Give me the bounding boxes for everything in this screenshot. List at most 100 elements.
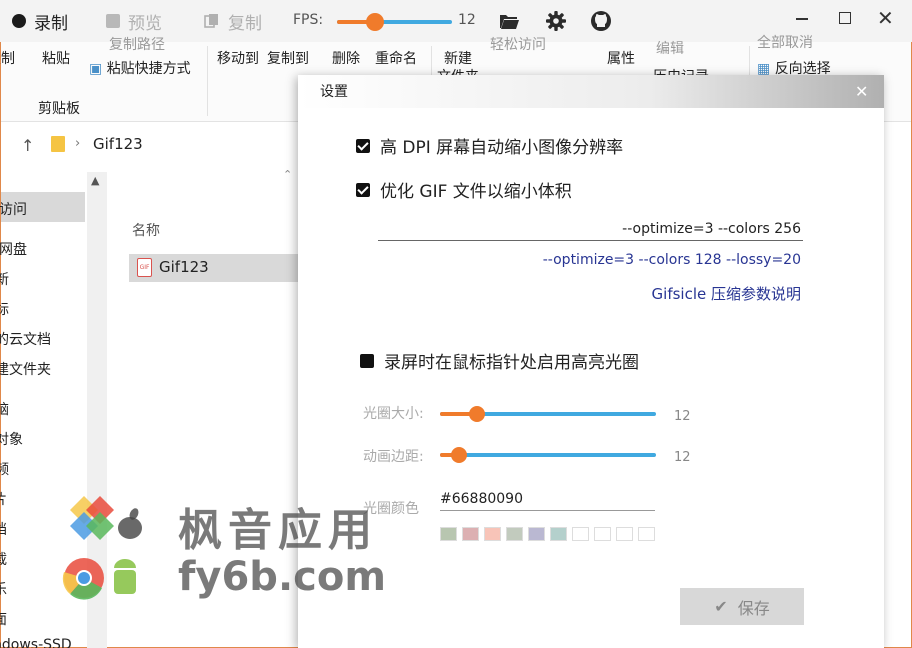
- save-label: 保存: [737, 598, 770, 618]
- nav-item[interactable]: 载: [0, 549, 7, 569]
- file-name: Gif123: [159, 258, 209, 276]
- gif-file-icon: GIF: [137, 258, 152, 277]
- ribbon-new[interactable]: 新建: [444, 48, 472, 68]
- column-header-name[interactable]: 名称: [132, 220, 160, 240]
- color-swatch[interactable]: [572, 527, 589, 541]
- halo-color-label: 光圈颜色: [363, 501, 419, 517]
- halo-size-value: 12: [674, 409, 691, 424]
- nav-item[interactable]: 频: [0, 459, 9, 479]
- color-swatch[interactable]: [616, 527, 633, 541]
- halo-size-slider-knob[interactable]: [468, 406, 485, 422]
- copy-button[interactable]: 复制: [204, 8, 262, 34]
- nav-item[interactable]: ndows-SSD: [0, 637, 72, 648]
- record-icon: [12, 14, 26, 28]
- nav-item[interactable]: 乐: [0, 579, 7, 599]
- save-button[interactable]: ✔ 保存: [680, 588, 804, 625]
- ribbon-move-to[interactable]: 移动到: [217, 48, 259, 68]
- sort-chevron-icon: ⌃: [283, 168, 293, 181]
- checkbox-box[interactable]: [356, 138, 370, 153]
- ribbon-divider: [207, 46, 208, 116]
- nav-item[interactable]: 脑: [0, 399, 9, 419]
- address-path[interactable]: Gif123: [93, 135, 143, 153]
- nav-item[interactable]: 面: [0, 609, 7, 629]
- dialog-title: 设置: [320, 84, 348, 100]
- color-swatch[interactable]: [506, 527, 523, 541]
- halo-size-slider[interactable]: [440, 406, 656, 422]
- gifsicle-params-input[interactable]: --optimize=3 --colors 256: [378, 217, 803, 241]
- ribbon-copy-to[interactable]: 复制到: [267, 48, 309, 68]
- hidpi-checkbox[interactable]: 高 DPI 屏幕自动缩小图像分辨率: [356, 133, 623, 158]
- color-swatches: [440, 527, 655, 541]
- ribbon-select-none[interactable]: 全部取消: [757, 32, 813, 52]
- highlight-halo-label: 录屏时在鼠标指针处启用高亮光圈: [384, 353, 639, 373]
- fps-slider[interactable]: [337, 13, 452, 31]
- optimize-gif-label: 优化 GIF 文件以缩小体积: [380, 182, 572, 202]
- chevron-right-icon: ›: [75, 136, 81, 151]
- ribbon-rename[interactable]: 重命名: [375, 48, 417, 68]
- nav-item[interactable]: 建文件夹: [0, 359, 51, 379]
- check-icon: ✔: [714, 597, 728, 616]
- nav-item[interactable]: 标: [0, 299, 9, 319]
- ribbon-paste[interactable]: 粘贴: [42, 48, 70, 68]
- color-swatch[interactable]: [440, 527, 457, 541]
- fps-label: FPS:: [293, 12, 324, 28]
- github-icon[interactable]: [590, 10, 612, 32]
- nav-scrollbar[interactable]: ▲: [87, 172, 107, 648]
- preview-label: 预览: [128, 13, 162, 34]
- color-swatch[interactable]: [528, 527, 545, 541]
- nav-item[interactable]: 新: [0, 269, 9, 289]
- anim-margin-slider[interactable]: [440, 447, 656, 463]
- checkbox-box[interactable]: [360, 353, 374, 368]
- anim-margin-value: 12: [674, 450, 691, 465]
- gifsicle-params-hint: --optimize=3 --colors 128 --lossy=20: [542, 252, 801, 268]
- nav-item[interactable]: 访问: [0, 199, 27, 219]
- nav-item[interactable]: 网盘: [0, 239, 27, 259]
- minimize-button[interactable]: [796, 18, 808, 20]
- ribbon-copy[interactable]: 复制: [0, 48, 15, 68]
- nav-item[interactable]: 的云文档: [0, 329, 51, 349]
- anim-margin-label: 动画边距:: [363, 449, 424, 465]
- stop-icon: [106, 14, 120, 28]
- chevron-up-icon[interactable]: ▲: [91, 174, 99, 187]
- gifsicle-docs-link[interactable]: Gifsicle 压缩参数说明: [378, 283, 801, 304]
- nav-item[interactable]: 档: [0, 519, 7, 539]
- highlight-halo-checkbox[interactable]: 录屏时在鼠标指针处启用高亮光圈: [360, 348, 639, 373]
- optimize-gif-checkbox[interactable]: 优化 GIF 文件以缩小体积: [356, 177, 572, 202]
- gear-icon[interactable]: [545, 10, 567, 32]
- nav-item[interactable]: 对象: [0, 429, 23, 449]
- nav-item[interactable]: 片: [0, 489, 7, 509]
- ribbon-easy-access[interactable]: 轻松访问: [490, 34, 546, 54]
- ribbon-properties[interactable]: 属性: [607, 48, 635, 68]
- ribbon-paste-shortcut[interactable]: ▣ 粘贴快捷方式: [89, 58, 191, 78]
- settings-dialog: 设置 ✕ 高 DPI 屏幕自动缩小图像分辨率 优化 GIF 文件以缩小体积 --…: [298, 75, 884, 648]
- file-row[interactable]: GIF Gif123: [129, 254, 299, 282]
- copy-icon: [204, 14, 218, 28]
- maximize-button[interactable]: [839, 12, 851, 24]
- fps-slider-knob[interactable]: [365, 13, 384, 31]
- color-swatch[interactable]: [484, 527, 501, 541]
- folder-open-icon[interactable]: [498, 10, 520, 32]
- color-swatch[interactable]: [594, 527, 611, 541]
- record-label: 录制: [34, 13, 68, 34]
- preview-button[interactable]: 预览: [106, 8, 162, 34]
- ribbon-edit[interactable]: 编辑: [656, 38, 684, 58]
- hidpi-label: 高 DPI 屏幕自动缩小图像分辨率: [380, 138, 624, 158]
- ribbon-clipboard-group: 剪贴板: [38, 101, 80, 117]
- copy-label: 复制: [228, 13, 262, 34]
- halo-color-input[interactable]: #66880090: [440, 487, 655, 511]
- color-swatch[interactable]: [462, 527, 479, 541]
- dialog-close-button[interactable]: ✕: [855, 82, 868, 101]
- halo-size-label: 光圈大小:: [363, 406, 424, 422]
- dialog-title-bar: 设置 ✕: [298, 75, 884, 108]
- up-arrow-icon[interactable]: ↑: [21, 136, 34, 155]
- anim-margin-slider-knob[interactable]: [451, 447, 468, 463]
- color-swatch[interactable]: [638, 527, 655, 541]
- folder-icon: [51, 136, 65, 152]
- fps-value: 12: [458, 12, 476, 28]
- record-button[interactable]: 录制: [12, 8, 68, 34]
- window-close-button[interactable]: ✕: [877, 6, 894, 30]
- color-swatch[interactable]: [550, 527, 567, 541]
- ribbon-delete[interactable]: 删除: [332, 48, 360, 68]
- checkbox-box[interactable]: [356, 182, 370, 197]
- ribbon-copy-path[interactable]: 复制路径: [109, 34, 165, 54]
